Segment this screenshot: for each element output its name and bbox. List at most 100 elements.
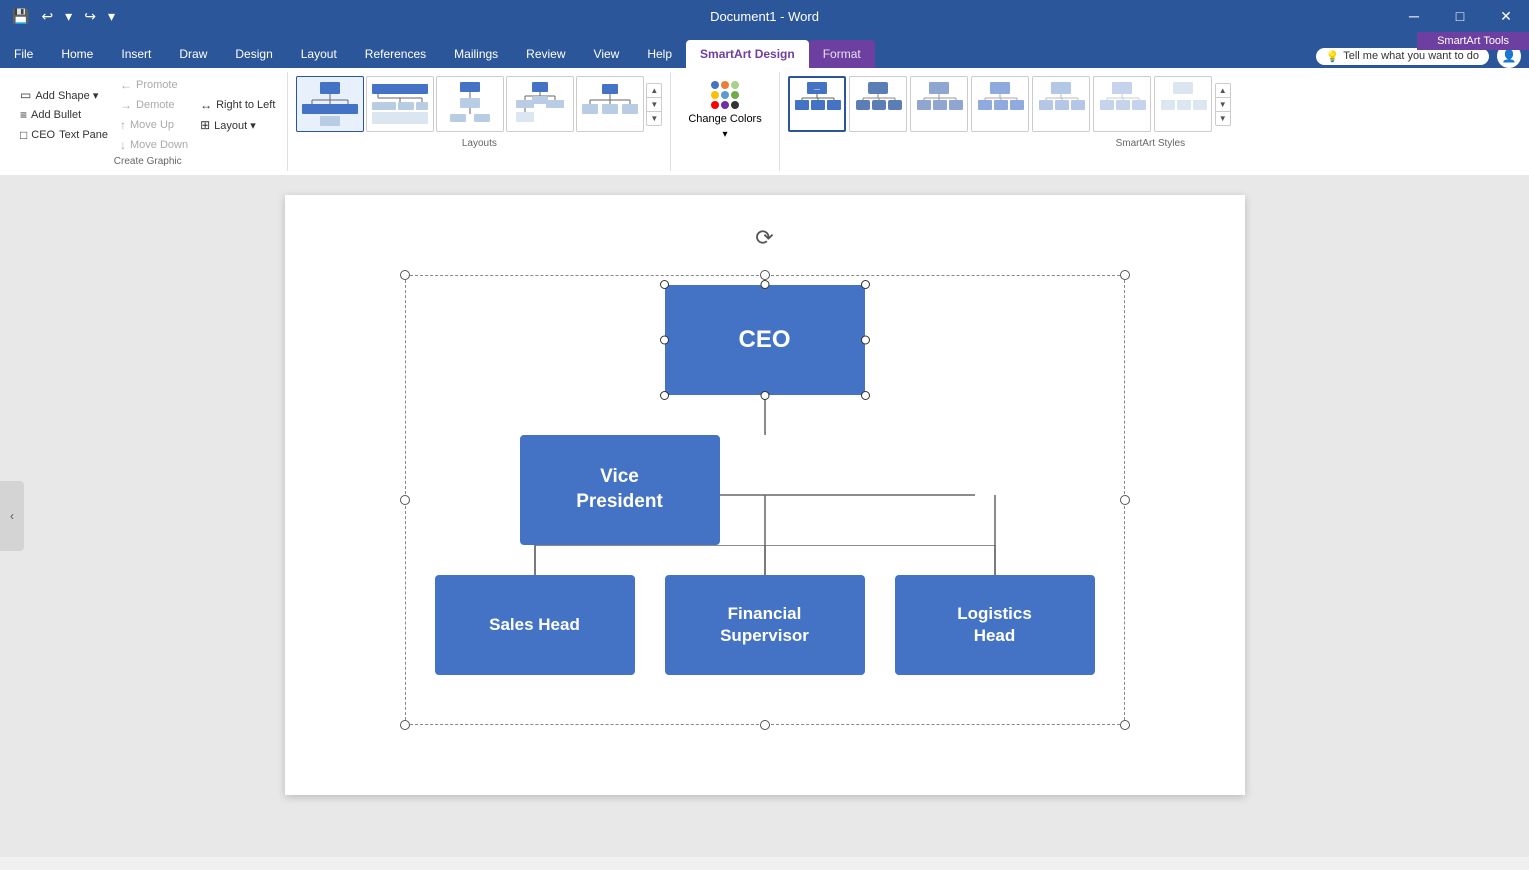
change-colors-button[interactable]: Change Colors ▾ <box>679 76 770 145</box>
layouts-group: ▲ ▼ ▼ Layouts <box>288 72 671 171</box>
layout-scroll-down[interactable]: ▼ <box>647 98 661 112</box>
style-thumb-6[interactable] <box>1093 76 1151 132</box>
box-handle-ml[interactable] <box>660 336 669 345</box>
move-down-button[interactable]: ↓ Move Down <box>116 136 192 154</box>
right-to-left-button[interactable]: ↔ Right to Left <box>196 96 279 114</box>
resize-handle-top-mid[interactable] <box>760 270 770 280</box>
layout-thumb-1[interactable] <box>296 76 364 132</box>
smartart-context-label: SmartArt Tools <box>1417 32 1529 50</box>
tab-smartart-design[interactable]: SmartArt Design <box>686 40 809 68</box>
layout-scroll-up[interactable]: ▲ <box>647 84 661 98</box>
tab-layout[interactable]: Layout <box>287 40 351 68</box>
customize-qat-button[interactable]: ▾ <box>104 6 119 27</box>
sales-head-box[interactable]: Sales Head <box>435 575 635 675</box>
resize-handle-top-left[interactable] <box>400 270 410 280</box>
tab-review[interactable]: Review <box>512 40 579 68</box>
style-thumb-4[interactable] <box>971 76 1029 132</box>
text-pane-button[interactable]: □ CEO Text Pane <box>16 126 112 144</box>
ceo-box[interactable]: CEO <box>665 285 865 395</box>
demote-button[interactable]: → Demote <box>116 96 192 114</box>
layout-thumb-4[interactable] <box>506 76 574 132</box>
box-handle-tl[interactable] <box>660 280 669 289</box>
style-thumb-1[interactable]: — <box>788 76 846 132</box>
tell-me-text: Tell me what you want to do <box>1343 50 1479 62</box>
style-scroll-up[interactable]: ▲ <box>1216 84 1230 98</box>
document-page: ⟳ <box>285 195 1245 795</box>
style-thumb-7[interactable] <box>1154 76 1212 132</box>
maximize-button[interactable]: □ <box>1437 0 1483 32</box>
tab-home[interactable]: Home <box>47 40 107 68</box>
tab-file[interactable]: File <box>0 40 47 68</box>
financial-supervisor-label: FinancialSupervisor <box>720 603 809 647</box>
text-pane-icon: □ <box>20 128 27 142</box>
box-handle-bm[interactable] <box>760 391 769 400</box>
box-handle-tm[interactable] <box>760 280 769 289</box>
layout-scroll-buttons[interactable]: ▲ ▼ ▼ <box>646 83 662 126</box>
resize-handle-bottom-right[interactable] <box>1120 720 1130 730</box>
tab-draw[interactable]: Draw <box>165 40 221 68</box>
resize-handle-bottom-left[interactable] <box>400 720 410 730</box>
undo-button[interactable]: ↩ <box>37 6 57 27</box>
logistics-head-box[interactable]: LogisticsHead <box>895 575 1095 675</box>
color-dot-6 <box>731 91 739 99</box>
move-up-icon: ↑ <box>120 118 126 132</box>
vp-box[interactable]: VicePresident <box>520 435 720 545</box>
layout-scroll-more[interactable]: ▼ <box>647 112 661 125</box>
move-up-button[interactable]: ↑ Move Up <box>116 116 192 134</box>
minimize-button[interactable]: ─ <box>1391 0 1437 32</box>
layout-thumb-3[interactable] <box>436 76 504 132</box>
smartart-container[interactable]: ⟳ <box>405 275 1125 725</box>
box-handle-br[interactable] <box>861 391 870 400</box>
layout-thumb-5[interactable] <box>576 76 644 132</box>
tab-help[interactable]: Help <box>633 40 686 68</box>
style-icon-5 <box>1035 80 1087 128</box>
tab-references[interactable]: References <box>351 40 440 68</box>
layout-thumbnails: ▲ ▼ ▼ <box>296 76 662 132</box>
resize-handle-top-right[interactable] <box>1120 270 1130 280</box>
financial-supervisor-box[interactable]: FinancialSupervisor <box>665 575 865 675</box>
layout-icon: ⊞ <box>200 118 210 132</box>
style-scroll-down[interactable]: ▼ <box>1216 98 1230 112</box>
resize-handle-bottom-mid[interactable] <box>760 720 770 730</box>
style-thumb-3[interactable] <box>910 76 968 132</box>
add-bullet-icon: ≡ <box>20 108 27 122</box>
layout-button[interactable]: ⊞ Layout ▾ <box>196 116 260 134</box>
collapse-panel-button[interactable]: ‹ <box>0 481 24 551</box>
save-button[interactable]: 💾 <box>8 6 33 27</box>
style-thumb-5[interactable] <box>1032 76 1090 132</box>
promote-button[interactable]: ← Promote <box>116 76 192 94</box>
style-icon-4 <box>974 80 1026 128</box>
style-scroll-more[interactable]: ▼ <box>1216 112 1230 125</box>
box-handle-tr[interactable] <box>861 280 870 289</box>
layout-thumb-2[interactable] <box>366 76 434 132</box>
tell-me-button[interactable]: 💡 Tell me what you want to do <box>1316 48 1489 65</box>
add-bullet-button[interactable]: ≡ Add Bullet <box>16 106 112 124</box>
change-colors-group: Change Colors ▾ <box>671 72 779 171</box>
change-colors-label: Change Colors <box>688 113 761 125</box>
tab-mailings[interactable]: Mailings <box>440 40 512 68</box>
redo-button[interactable]: ↪ <box>80 6 100 27</box>
vp-label: VicePresident <box>576 465 663 514</box>
undo-dropdown[interactable]: ▾ <box>61 6 76 27</box>
box-handle-bl[interactable] <box>660 391 669 400</box>
resize-handle-right-mid[interactable] <box>1120 495 1130 505</box>
box-handle-mr[interactable] <box>861 336 870 345</box>
close-button[interactable]: ✕ <box>1483 0 1529 32</box>
style-scroll-buttons[interactable]: ▲ ▼ ▼ <box>1215 83 1231 126</box>
layout-icon-5 <box>580 80 640 128</box>
color-dot-2 <box>721 81 729 89</box>
quick-access-toolbar: 💾 ↩ ▾ ↪ ▾ <box>8 0 119 32</box>
rotate-handle[interactable]: ⟳ <box>755 225 773 251</box>
layout-icon-3 <box>440 80 500 128</box>
add-shape-button[interactable]: ▭ Add Shape ▾ <box>16 86 112 104</box>
add-shape-icon: ▭ <box>20 88 31 102</box>
layout-icon-2 <box>370 80 430 128</box>
resize-handle-left-mid[interactable] <box>400 495 410 505</box>
tab-view[interactable]: View <box>580 40 634 68</box>
tab-design[interactable]: Design <box>221 40 286 68</box>
org-chart: CEO VicePresident Sale <box>405 275 1125 725</box>
tab-format[interactable]: Format <box>809 40 875 68</box>
move-down-icon: ↓ <box>120 138 126 152</box>
tab-insert[interactable]: Insert <box>107 40 165 68</box>
style-thumb-2[interactable] <box>849 76 907 132</box>
